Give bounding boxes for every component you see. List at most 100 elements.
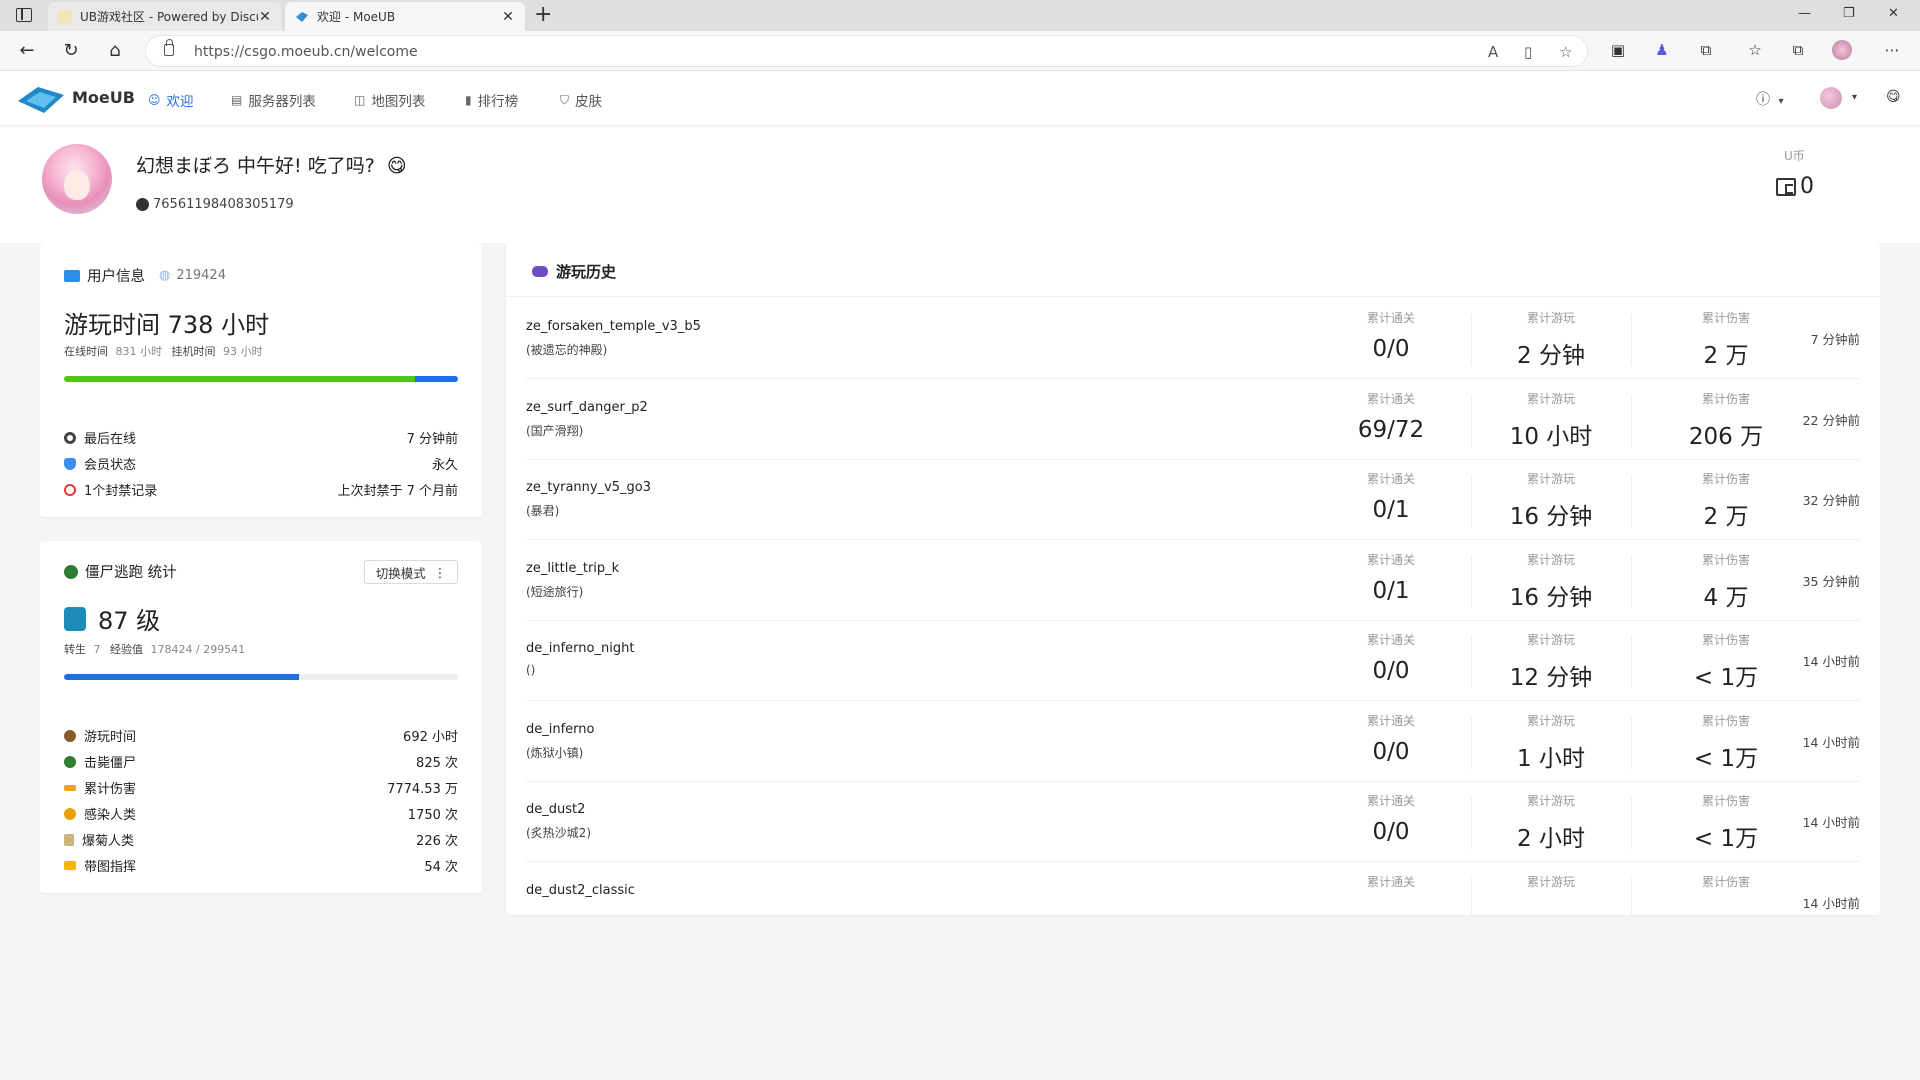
stat-divider	[1631, 797, 1632, 849]
crown-icon	[64, 861, 76, 870]
stat-divider	[1631, 475, 1632, 527]
more-menu-icon[interactable]: ⋯	[1882, 40, 1902, 60]
history-title-text: 游玩历史	[556, 263, 617, 281]
nav-welcome[interactable]: ☺ 欢迎	[148, 90, 194, 110]
history-row[interactable]: de_dust2 (炙热沙城2) 累计通关 0/0 累计游玩 2 小时 累计伤害 …	[526, 782, 1860, 862]
stat-divider	[1631, 716, 1632, 769]
refresh-icon[interactable]: ↻	[60, 40, 82, 62]
switch-mode-button[interactable]: 切换模式 ⋮	[364, 560, 458, 584]
nav-leaderboard[interactable]: ▮ 排行榜	[465, 90, 518, 110]
stat-value: 2 分钟	[1517, 343, 1585, 369]
home-icon[interactable]: ⌂	[104, 40, 126, 62]
zombie-row-playtime: 游玩时间 692 小时	[64, 726, 458, 745]
row-value: 692 小时	[403, 730, 458, 745]
stat-divider	[1631, 394, 1632, 447]
stat-value: 12 分钟	[1509, 665, 1593, 691]
emoji-icon[interactable]: 😋	[1886, 89, 1901, 105]
tab-actions-icon[interactable]	[16, 8, 32, 22]
nav-server-list[interactable]: ▤ 服务器列表	[231, 90, 316, 110]
window-close-icon[interactable]: ✕	[1888, 6, 1899, 21]
user-menu-chevron-icon[interactable]: ▾	[1852, 92, 1857, 103]
brand-name[interactable]: MoeUB	[72, 88, 135, 107]
read-aloud-icon[interactable]: A	[1488, 43, 1498, 61]
profile-avatar	[42, 144, 112, 214]
stat-value: 2 万	[1703, 504, 1749, 530]
history-row[interactable]: ze_forsaken_temple_v3_b5 (被遗忘的神殿) 累计通关 0/…	[526, 299, 1860, 379]
row-label: 最后在线	[84, 432, 137, 447]
new-tab-icon[interactable]: +	[534, 4, 552, 26]
map-cn-name: ()	[526, 663, 536, 677]
tab-close-icon[interactable]: ✕	[501, 9, 515, 25]
list-icon: ▤	[231, 93, 243, 107]
url-field[interactable]: https://csgo.moeub.cn/welcome A ▯ ☆	[145, 35, 1588, 67]
knife-icon	[64, 833, 74, 846]
stat-damage: 累计伤害 2 万	[1656, 470, 1796, 531]
stat-label: 累计伤害	[1701, 633, 1750, 647]
history-row[interactable]: de_dust2_classic 累计通关 累计游玩 累计伤害 14 小时前	[526, 863, 1860, 915]
stat-label: 累计游玩	[1526, 552, 1575, 567]
browser-tab-moeub[interactable]: 欢迎 - MoeUB ✕	[285, 2, 525, 31]
reader-view-icon[interactable]: ▯	[1524, 43, 1532, 61]
id-card-icon	[64, 269, 80, 282]
browser-tab-discuz[interactable]: UB游戏社区 - Powered by Discuz! ✕	[48, 2, 282, 31]
nav-map-list[interactable]: ◫ 地图列表	[354, 90, 425, 110]
stat-value: 0/0	[1372, 658, 1410, 684]
minimize-icon[interactable]: —	[1798, 6, 1811, 21]
user-avatar[interactable]	[1820, 87, 1842, 109]
extension-icon-2[interactable]: ♟	[1652, 40, 1672, 60]
exp-label: 经验值	[110, 643, 143, 656]
user-uid: 219424	[176, 268, 226, 283]
nav-label: 地图列表	[371, 94, 426, 110]
collections-icon[interactable]: ⧉	[1788, 40, 1808, 60]
stat-label: 累计游玩	[1526, 874, 1575, 889]
stat-time: 累计游玩 2 小时	[1481, 792, 1621, 853]
moeub-logo-icon[interactable]	[16, 83, 66, 115]
stat-value: 4 万	[1703, 584, 1749, 611]
restore-icon[interactable]: ❐	[1843, 6, 1855, 21]
zombie-icon	[64, 755, 76, 768]
stat-time: 累计游玩 2 分钟	[1481, 309, 1621, 370]
total-playtime: 游玩时间 738 小时	[64, 311, 270, 339]
stat-divider	[1471, 555, 1472, 608]
history-row[interactable]: de_inferno_night () 累计通关 0/0 累计游玩 12 分钟 累…	[526, 621, 1860, 701]
user-info-title-text: 用户信息	[87, 269, 145, 285]
stat-divider	[1471, 877, 1472, 915]
profile-strip: 幻想まぼろ 中午好! 吃了吗? 😋 76561198408305179 U币 0	[0, 127, 1920, 243]
stat-label: 累计伤害	[1701, 391, 1750, 406]
nav-skins[interactable]: ⛉ 皮肤	[560, 90, 602, 111]
history-row[interactable]: ze_surf_danger_p2 (国产滑翔) 累计通关 69/72 累计游玩 …	[526, 380, 1860, 460]
zombie-title: 僵尸逃跑 统计	[64, 561, 177, 582]
extension-icon-1[interactable]: ▣	[1608, 40, 1628, 60]
stat-damage: 累计伤害 < 1万	[1656, 792, 1796, 853]
map-name: de_inferno	[526, 721, 595, 737]
stat-label: 累计通关	[1366, 391, 1415, 406]
stat-value: 0/1	[1372, 577, 1410, 604]
stat-value: 0/1	[1372, 497, 1410, 523]
favorites-icon[interactable]: ☆	[1745, 40, 1765, 60]
gun-icon	[64, 784, 76, 791]
profile-avatar-icon[interactable]	[1832, 40, 1852, 60]
map-cn-name: (短途旅行)	[526, 584, 584, 599]
history-row[interactable]: de_inferno (炼狱小镇) 累计通关 0/0 累计游玩 1 小时 累计伤害…	[526, 702, 1860, 782]
stat-label: 累计通关	[1366, 713, 1415, 728]
row-label: 感染人类	[84, 808, 137, 823]
back-icon[interactable]: ←	[16, 40, 38, 62]
stat-clears: 累计通关 0/1	[1321, 551, 1461, 604]
stat-label: 累计游玩	[1526, 633, 1575, 647]
last-online-row: 最后在线 7 分钟前	[64, 428, 458, 447]
tab-close-icon[interactable]: ✕	[258, 9, 272, 25]
zombie-icon	[64, 564, 78, 579]
stat-value: 1 小时	[1517, 745, 1585, 772]
stat-divider	[1631, 555, 1632, 608]
row-label: 游玩时间	[84, 730, 137, 745]
history-row[interactable]: ze_little_trip_k (短途旅行) 累计通关 0/1 累计游玩 16 …	[526, 541, 1860, 621]
favorite-add-icon[interactable]: ☆	[1559, 43, 1572, 61]
biohazard-icon	[64, 807, 76, 820]
extensions-puzzle-icon[interactable]: ⧉	[1696, 40, 1716, 60]
stat-label: 累计游玩	[1526, 472, 1575, 486]
ban-record-row[interactable]: 1个封禁记录 上次封禁于 7 个月前	[64, 480, 458, 499]
chevron-down-icon: ▾	[1778, 96, 1784, 107]
history-row[interactable]: ze_tyranny_v5_go3 (暴君) 累计通关 0/1 累计游玩 16 分…	[526, 460, 1860, 540]
rebirth-value: 7	[93, 643, 101, 656]
help-dropdown[interactable]: ⓘ ▾	[1756, 89, 1783, 109]
